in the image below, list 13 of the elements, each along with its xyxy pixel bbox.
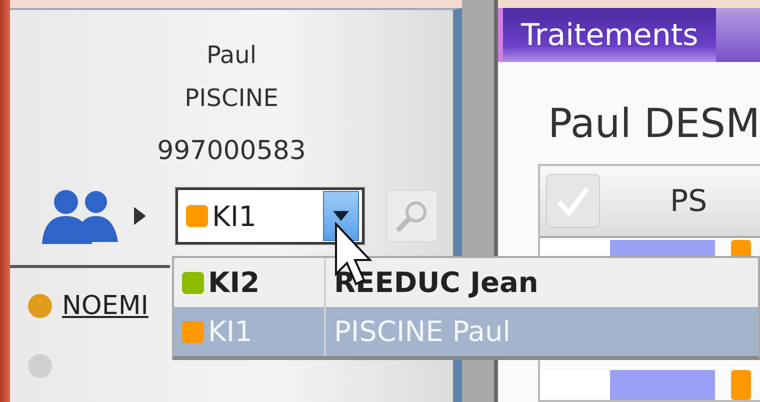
patient-title: Paul DESM [547, 100, 760, 148]
list-item-link[interactable]: NOEMI [62, 291, 148, 321]
status-marker [731, 370, 752, 400]
patient-id: 997000583 [157, 135, 306, 168]
tab[interactable]: Traitements [498, 8, 716, 62]
patient-first-name: Paul [206, 40, 257, 71]
column-header[interactable]: PS [670, 184, 708, 218]
therapist-dropdown[interactable]: KI1 [176, 188, 364, 244]
patient-last-name: PISCINE [184, 83, 278, 114]
check-mark-icon [556, 186, 590, 216]
expand-arrow-icon[interactable] [134, 207, 146, 225]
select-all-checkbox[interactable] [546, 174, 600, 228]
search-icon [394, 199, 429, 233]
